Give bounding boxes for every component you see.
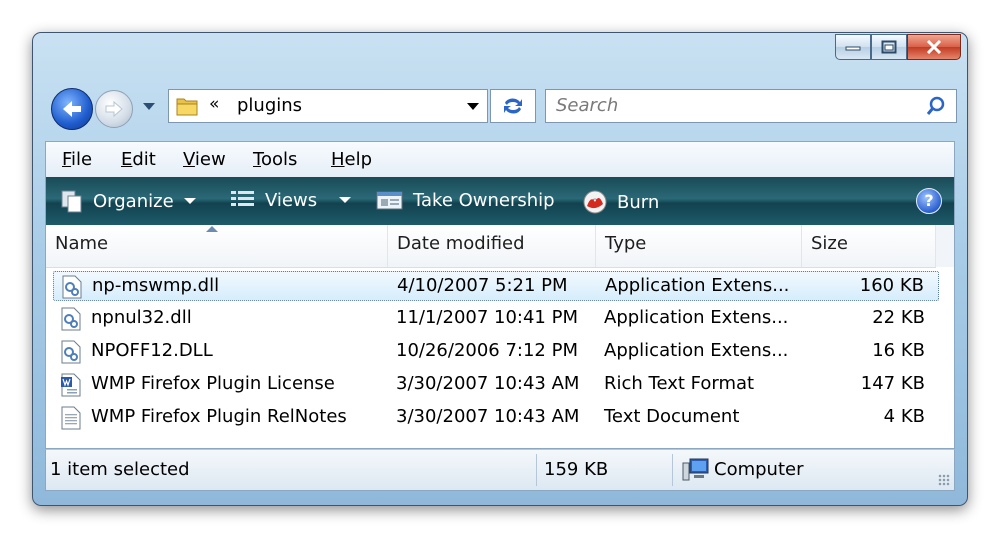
- header-spacer: [936, 225, 954, 267]
- menu-help[interactable]: Help: [331, 149, 372, 170]
- file-date: 10/26/2006 7:12 PM: [396, 340, 578, 361]
- folder-icon: [176, 98, 198, 116]
- status-selection: 1 item selected: [50, 459, 190, 480]
- search-icon[interactable]: [926, 96, 946, 116]
- status-location: Computer: [714, 459, 804, 480]
- file-row[interactable]: WMP Firefox Plugin RelNotes 3/30/2007 10…: [53, 403, 939, 433]
- command-bar: Organize Views Take Ownership Burn ?: [45, 177, 955, 225]
- close-button[interactable]: [907, 34, 961, 60]
- menu-edit[interactable]: Edit: [121, 149, 156, 170]
- maximize-icon: [881, 40, 897, 54]
- forward-arrow-icon: [105, 100, 123, 118]
- file-row[interactable]: np-mswmp.dll 4/10/2007 5:21 PM Applicati…: [53, 271, 939, 301]
- file-row[interactable]: WMP Firefox Plugin License 3/30/2007 10:…: [53, 370, 939, 400]
- take-ownership-icon: [376, 191, 403, 210]
- file-type: Application Extens...: [604, 340, 789, 361]
- menu-bar: File Edit View Tools Help: [45, 141, 955, 177]
- file-list-pane: Name Date modified Type Size np-mswmp.dl…: [45, 225, 955, 449]
- dll-icon: [61, 307, 81, 331]
- column-header-type[interactable]: Type: [596, 225, 802, 267]
- back-arrow-icon: [63, 101, 81, 117]
- views-dropdown-icon: [339, 197, 352, 203]
- refresh-icon: [504, 98, 522, 114]
- file-row[interactable]: npnul32.dll 11/1/2007 10:41 PM Applicati…: [53, 304, 939, 334]
- burn-button[interactable]: Burn: [582, 189, 659, 215]
- minimize-button[interactable]: [835, 34, 871, 60]
- file-size: 147 KB: [860, 373, 925, 394]
- recent-pages-dropdown[interactable]: [143, 103, 155, 110]
- column-name-label: Name: [55, 233, 109, 254]
- file-name: NPOFF12.DLL: [91, 340, 213, 361]
- column-header-row: Name Date modified Type Size: [46, 225, 936, 268]
- status-bar: 1 item selected 159 KB Computer: [45, 449, 955, 491]
- dll-icon: [62, 275, 82, 299]
- take-ownership-label: Take Ownership: [413, 189, 555, 211]
- file-type: Application Extens...: [604, 307, 789, 328]
- computer-icon: [682, 458, 709, 481]
- file-type: Text Document: [604, 406, 740, 427]
- column-header-name[interactable]: Name: [46, 225, 388, 267]
- forward-button[interactable]: [95, 90, 133, 128]
- organize-label: Organize: [93, 190, 174, 212]
- dll-icon: [61, 340, 81, 364]
- column-header-date[interactable]: Date modified: [388, 225, 596, 267]
- organize-dropdown-icon: [183, 198, 196, 204]
- file-row[interactable]: NPOFF12.DLL 10/26/2006 7:12 PM Applicati…: [53, 337, 939, 367]
- explorer-window: « plugins Search File Edit View Tools He…: [32, 32, 968, 506]
- file-name: npnul32.dll: [91, 307, 192, 328]
- search-box[interactable]: Search: [545, 89, 957, 123]
- file-size: 4 KB: [883, 406, 925, 427]
- take-ownership-button[interactable]: Take Ownership: [376, 189, 555, 211]
- navigation-row: « plugins Search: [45, 85, 957, 130]
- status-divider: [536, 454, 537, 486]
- maximize-button[interactable]: [871, 34, 907, 60]
- address-bar[interactable]: « plugins: [168, 89, 488, 123]
- resize-grip[interactable]: [938, 474, 950, 486]
- burn-disc-icon: [583, 190, 607, 214]
- search-placeholder: Search: [556, 95, 619, 116]
- status-divider: [672, 454, 673, 486]
- back-button[interactable]: [51, 88, 93, 130]
- status-size: 159 KB: [544, 459, 609, 480]
- file-date: 3/30/2007 10:43 AM: [396, 406, 580, 427]
- menu-view[interactable]: View: [183, 149, 226, 170]
- file-date: 3/30/2007 10:43 AM: [396, 373, 580, 394]
- file-name: np-mswmp.dll: [92, 275, 220, 296]
- file-size: 160 KB: [859, 275, 924, 296]
- views-icon: [231, 191, 254, 206]
- column-header-size[interactable]: Size: [802, 225, 936, 267]
- help-icon[interactable]: ?: [916, 188, 942, 214]
- txt-icon: [61, 406, 81, 430]
- close-icon: [926, 40, 942, 54]
- address-history-dropdown[interactable]: [467, 103, 479, 110]
- rtf-icon: [61, 373, 81, 397]
- file-size: 16 KB: [872, 340, 925, 361]
- file-name: WMP Firefox Plugin License: [91, 373, 335, 394]
- organize-button[interactable]: Organize: [60, 189, 196, 213]
- views-button[interactable]: Views: [230, 189, 352, 211]
- menu-tools[interactable]: Tools: [253, 149, 297, 170]
- file-type: Application Extens...: [605, 275, 790, 296]
- caption-buttons: [835, 34, 961, 62]
- breadcrumb-current-folder[interactable]: plugins: [237, 95, 302, 116]
- refresh-button[interactable]: [490, 89, 536, 123]
- views-label: Views: [265, 189, 318, 211]
- menu-file[interactable]: File: [62, 149, 92, 170]
- minimize-icon: [845, 46, 861, 51]
- file-date: 4/10/2007 5:21 PM: [397, 275, 568, 296]
- file-name: WMP Firefox Plugin RelNotes: [91, 406, 347, 427]
- file-type: Rich Text Format: [604, 373, 755, 394]
- burn-label: Burn: [617, 191, 660, 213]
- organize-icon: [61, 190, 82, 213]
- sort-ascending-icon: [206, 226, 218, 232]
- breadcrumb-overflow[interactable]: «: [209, 94, 219, 114]
- file-date: 11/1/2007 10:41 PM: [396, 307, 578, 328]
- file-size: 22 KB: [872, 307, 925, 328]
